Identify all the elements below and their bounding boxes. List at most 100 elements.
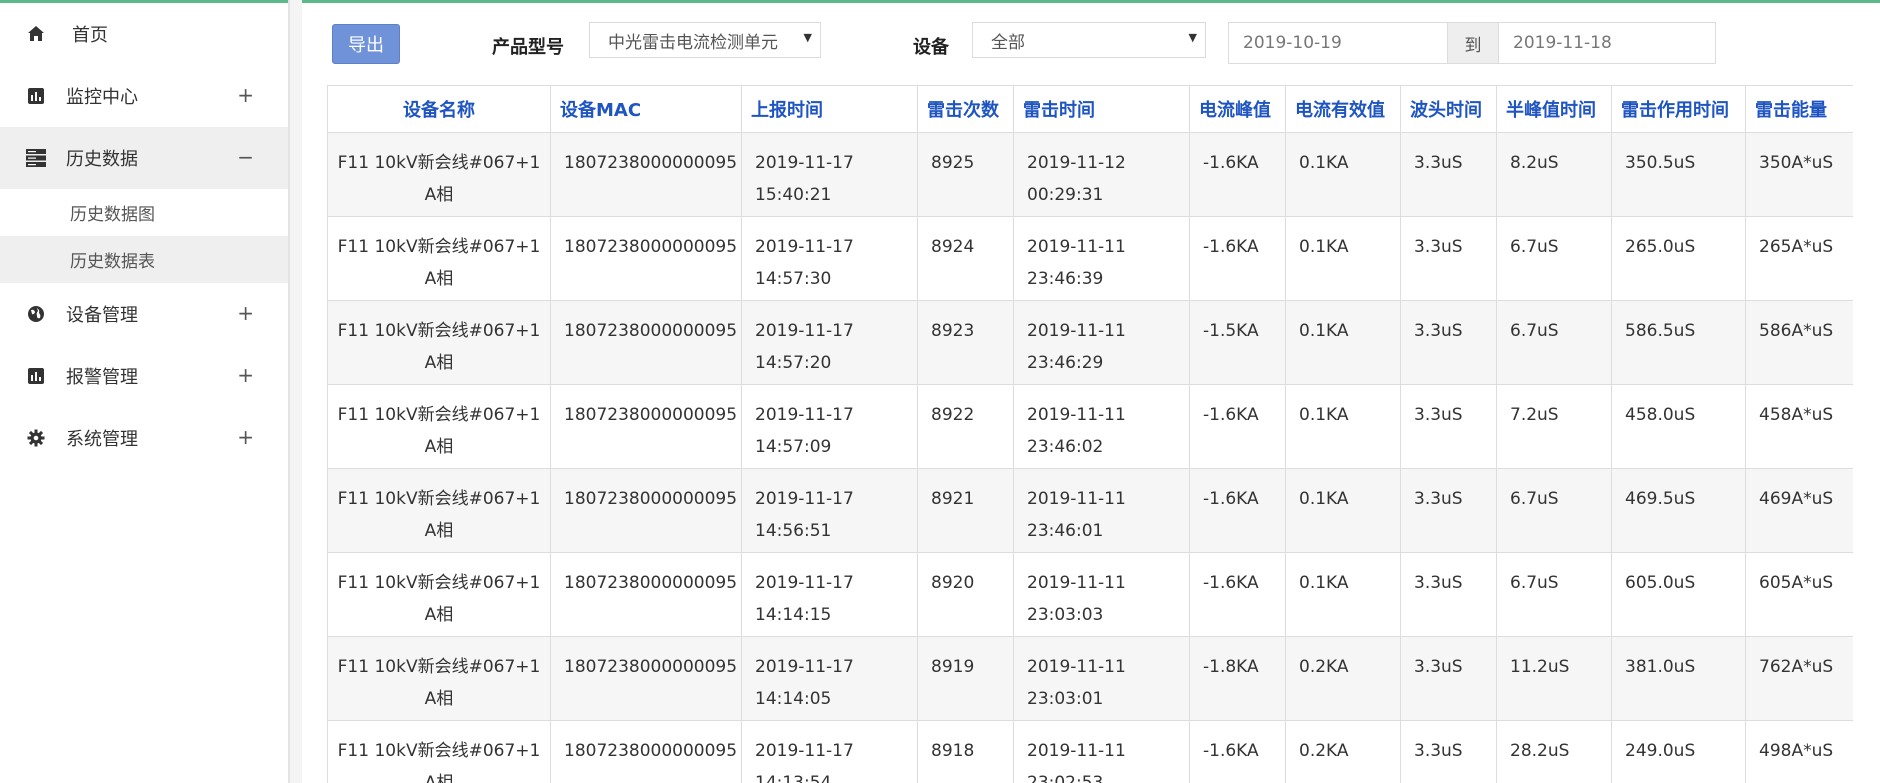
strike-count-cell-text: 8920 (931, 573, 975, 593)
table-row[interactable]: F11 10kV新会线#067+1 A相 1807238000000095 2019-… (327, 216, 1853, 301)
collapse-icon[interactable]: − (237, 145, 254, 169)
rms-current-cell-text: 0.1KA (1299, 153, 1349, 173)
peak-current-cell-text: -1.6KA (1203, 405, 1259, 425)
table-row[interactable]: F11 10kV新会线#067+1 A相 1807238000000095 2019-… (327, 384, 1853, 469)
sidebar-subitem-history-chart[interactable]: 历史数据图 (0, 189, 288, 236)
device-mac-cell-text: 1807238000000095 (564, 489, 738, 509)
table-header-row: 设备名称 设备MAC 上报时间 雷击次数 雷击时间 电流峰值 电流有效值 波头时… (327, 85, 1853, 133)
date-from-input[interactable]: 2019-10-19 (1229, 23, 1447, 63)
device-name-cell-text: F11 10kV新会线#067+1 (337, 405, 541, 425)
table-row[interactable]: F11 10kV新会线#067+1 A相 1807238000000095 2019-… (327, 552, 1853, 637)
rms-current-cell: 0.1KA (1285, 552, 1401, 637)
expand-icon[interactable]: + (237, 301, 254, 325)
rms-current-cell: 0.1KA (1285, 468, 1401, 553)
device-name-cell-text: F11 10kV新会线#067+1 (337, 321, 541, 341)
history-data-table: 设备名称 设备MAC 上报时间 雷击次数 雷击时间 电流峰值 电流有效值 波头时… (327, 85, 1853, 783)
column-header[interactable]: 设备MAC (550, 85, 742, 133)
strike-time-cell-text: 23:46:02 (1027, 437, 1104, 457)
column-header[interactable]: 上报时间 (741, 85, 918, 133)
sidebar-item-label: 历史数据 (66, 149, 138, 170)
strike-duration-cell-text: 586.5uS (1625, 321, 1696, 341)
device-mac-cell: 1807238000000095 (550, 216, 742, 301)
strike-time-cell-text: 2019-11-11 (1027, 489, 1126, 509)
sidebar-item-monitor[interactable]: 监控中心 + (0, 65, 288, 127)
sidebar-item-alarms[interactable]: 报警管理 + (0, 345, 288, 407)
rms-current-cell-text: 0.1KA (1299, 489, 1349, 509)
sidebar-item-devices[interactable]: 设备管理 + (0, 283, 288, 345)
column-header[interactable]: 半峰值时间 (1496, 85, 1612, 133)
report-time-cell: 2019-11-17 14:57:09 (741, 384, 918, 469)
expand-icon[interactable]: + (237, 83, 254, 107)
globe-icon (24, 302, 48, 326)
device-mac-cell: 1807238000000095 (550, 132, 742, 217)
wavefront-time-cell-text: 3.3uS (1414, 321, 1463, 341)
wavefront-time-cell: 3.3uS (1400, 300, 1497, 385)
column-header[interactable]: 雷击次数 (917, 85, 1014, 133)
strike-energy-cell-text: 498A*uS (1759, 741, 1834, 761)
strike-time-cell: 2019-11-11 23:46:29 (1013, 300, 1190, 385)
sidebar-item-history[interactable]: 历史数据 − (0, 127, 288, 189)
server-icon (24, 146, 48, 170)
wavefront-time-cell-text: 3.3uS (1414, 657, 1463, 677)
report-time-cell-text: 2019-11-17 (755, 237, 854, 257)
report-time-cell: 2019-11-17 15:40:21 (741, 132, 918, 217)
sidebar-item-home[interactable]: 首页 (0, 3, 288, 65)
strike-duration-cell: 605.0uS (1611, 552, 1746, 637)
device-mac-cell-text: 1807238000000095 (564, 405, 738, 425)
column-header[interactable]: 雷击能量 (1745, 85, 1853, 133)
device-name-cell: F11 10kV新会线#067+1 A相 (327, 384, 551, 469)
bar-chart-icon (24, 84, 48, 108)
date-to-input[interactable]: 2019-11-18 (1499, 23, 1715, 63)
table-row[interactable]: F11 10kV新会线#067+1 A相 1807238000000095 2019-… (327, 132, 1853, 217)
half-peak-time-cell: 8.2uS (1496, 132, 1612, 217)
peak-current-cell: -1.6KA (1189, 468, 1286, 553)
table-row[interactable]: F11 10kV新会线#067+1 A相 1807238000000095 2019-… (327, 720, 1853, 783)
rms-current-cell: 0.1KA (1285, 132, 1401, 217)
device-select[interactable]: 全部 ▼ (972, 22, 1206, 58)
peak-current-cell: -1.6KA (1189, 384, 1286, 469)
expand-icon[interactable]: + (237, 425, 254, 449)
table-row[interactable]: F11 10kV新会线#067+1 A相 1807238000000095 2019-… (327, 468, 1853, 553)
table-row[interactable]: F11 10kV新会线#067+1 A相 1807238000000095 2019-… (327, 636, 1853, 721)
expand-icon[interactable]: + (237, 363, 254, 387)
column-header[interactable]: 电流峰值 (1189, 85, 1286, 133)
strike-time-cell-text: 23:02:53 (1027, 773, 1104, 783)
strike-energy-cell-text: 762A*uS (1759, 657, 1834, 677)
strike-time-cell-text: 2019-11-11 (1027, 657, 1126, 677)
device-value: 全部 (991, 32, 1025, 53)
device-name-cell-text: F11 10kV新会线#067+1 (337, 741, 541, 761)
column-header[interactable]: 电流有效值 (1285, 85, 1401, 133)
sidebar-item-system[interactable]: 系统管理 + (0, 407, 288, 469)
strike-energy-cell: 350A*uS (1745, 132, 1853, 217)
dropdown-caret-icon: ▼ (1188, 31, 1197, 44)
column-header[interactable]: 雷击作用时间 (1611, 85, 1746, 133)
peak-current-cell-text: -1.6KA (1203, 153, 1259, 173)
device-label: 设备 (913, 37, 949, 58)
strike-count-cell: 8918 (917, 720, 1014, 783)
table-row[interactable]: F11 10kV新会线#067+1 A相 1807238000000095 2019-… (327, 300, 1853, 385)
strike-time-cell: 2019-11-11 23:03:01 (1013, 636, 1190, 721)
sidebar-subitem-history-table[interactable]: 历史数据表 (0, 236, 288, 283)
rms-current-cell-text: 0.1KA (1299, 405, 1349, 425)
strike-time-cell-text: 2019-11-11 (1027, 237, 1126, 257)
device-name-cell-text: F11 10kV新会线#067+1 (337, 657, 541, 677)
report-time-cell-text: 15:40:21 (755, 185, 832, 205)
peak-current-cell: -1.6KA (1189, 720, 1286, 783)
strike-count-cell-text: 8925 (931, 153, 975, 173)
strike-time-cell: 2019-11-11 23:46:39 (1013, 216, 1190, 301)
product-model-select[interactable]: 中光雷击电流检测单元 ▼ (589, 22, 821, 58)
device-mac-cell: 1807238000000095 (550, 720, 742, 783)
strike-energy-cell: 762A*uS (1745, 636, 1853, 721)
half-peak-time-cell: 6.7uS (1496, 216, 1612, 301)
device-mac-cell: 1807238000000095 (550, 552, 742, 637)
report-time-cell-text: 2019-11-17 (755, 741, 854, 761)
column-header[interactable]: 设备名称 (327, 85, 551, 133)
report-time-cell-text: 14:56:51 (755, 521, 832, 541)
report-time-cell: 2019-11-17 14:57:20 (741, 300, 918, 385)
strike-energy-cell: 605A*uS (1745, 552, 1853, 637)
device-mac-cell-text: 1807238000000095 (564, 657, 738, 677)
column-header[interactable]: 波头时间 (1400, 85, 1497, 133)
column-header[interactable]: 雷击时间 (1013, 85, 1190, 133)
export-button[interactable]: 导出 (332, 24, 400, 64)
report-time-cell-text: 14:57:20 (755, 353, 832, 373)
